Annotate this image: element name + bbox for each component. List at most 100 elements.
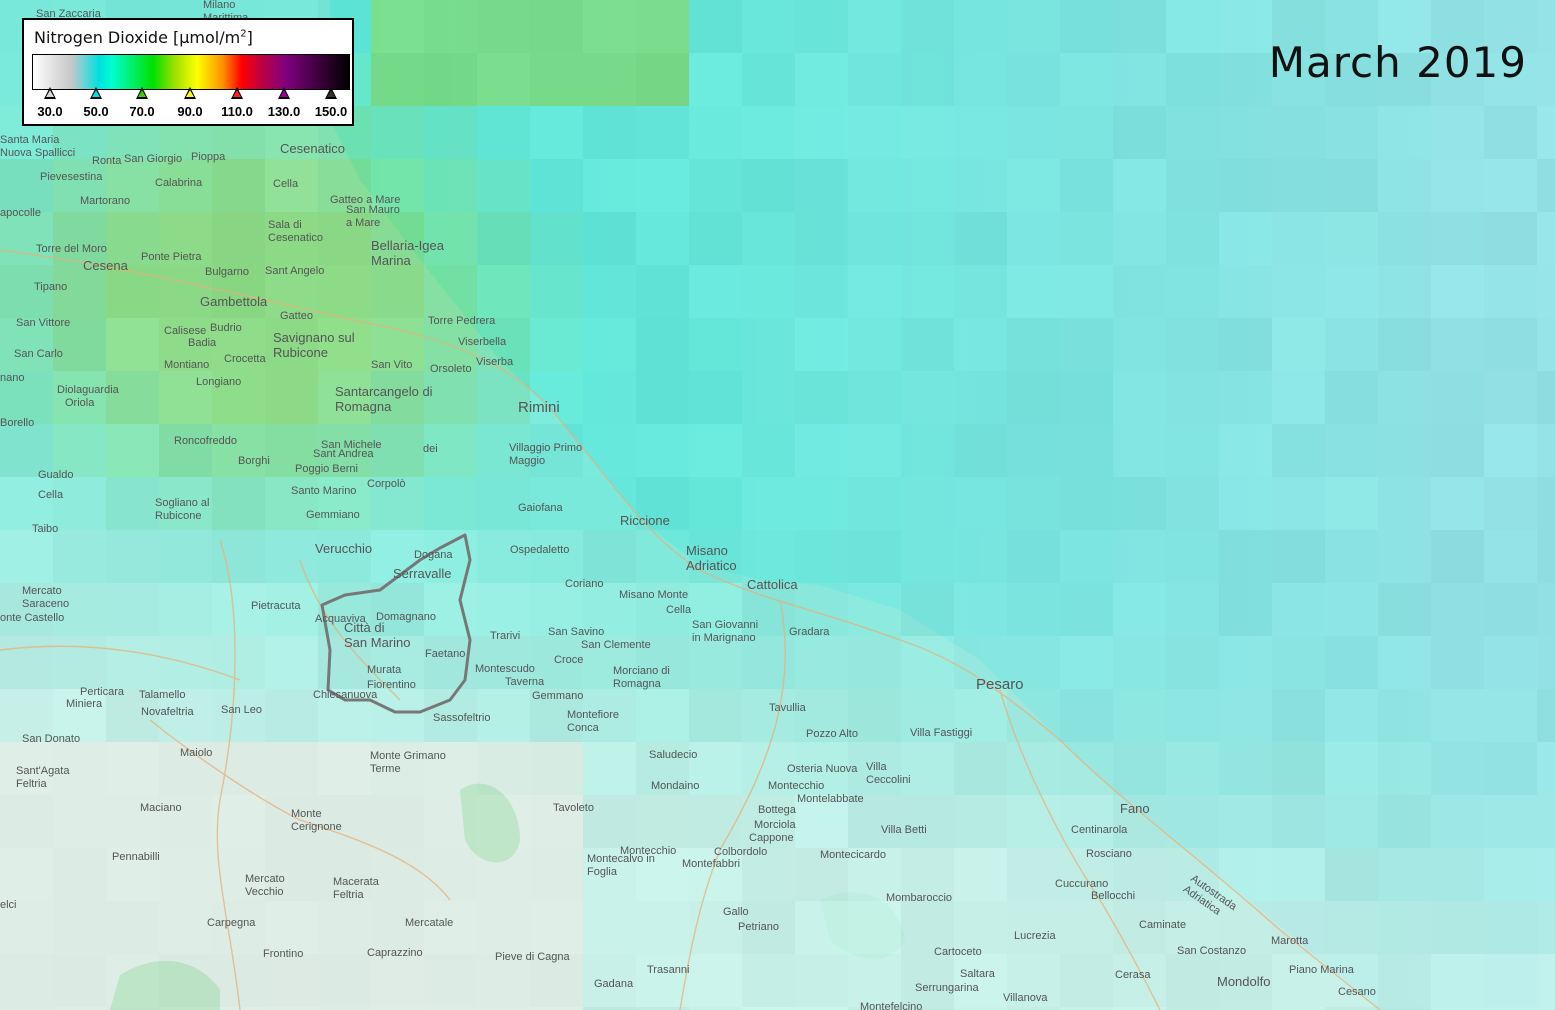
no2-pixel — [1219, 53, 1272, 106]
place-label: Mondaino — [651, 780, 699, 792]
place-label: Crocetta — [224, 353, 266, 365]
no2-pixel — [1484, 212, 1537, 265]
no2-pixel — [1060, 583, 1113, 636]
date-label: March 2019 — [1268, 38, 1527, 87]
place-label: Gadana — [594, 978, 634, 990]
no2-pixel — [1272, 477, 1325, 530]
no2-pixel — [1431, 265, 1484, 318]
no2-pixel — [371, 265, 424, 318]
no2-pixel — [1272, 742, 1325, 795]
no2-pixel — [848, 265, 901, 318]
place-label: Bulgarno — [205, 266, 249, 278]
no2-pixel — [1166, 53, 1219, 106]
no2-pixel — [318, 265, 371, 318]
no2-pixel — [159, 848, 212, 901]
no2-pixel — [583, 106, 636, 159]
place-label: Montescudo — [475, 663, 535, 675]
no2-pixel — [1378, 795, 1431, 848]
no2-pixel — [636, 318, 689, 371]
no2-pixel — [848, 159, 901, 212]
no2-pixel — [318, 742, 371, 795]
no2-pixel — [742, 53, 795, 106]
no2-pixel — [530, 530, 583, 583]
no2-pixel — [1537, 583, 1555, 636]
no2-pixel — [1219, 742, 1272, 795]
no2-pixel — [1113, 742, 1166, 795]
place-label: Carpegna — [207, 917, 256, 929]
no2-pixel — [636, 0, 689, 53]
no2-pixel — [1166, 212, 1219, 265]
place-label: Saltara — [960, 968, 996, 980]
place-label: Diolaguardia — [57, 384, 120, 396]
no2-pixel — [1537, 318, 1555, 371]
no2-pixel — [689, 53, 742, 106]
place-label: Pozzo Alto — [806, 728, 858, 740]
no2-pixel — [636, 106, 689, 159]
legend-tick-marker — [90, 87, 102, 99]
no2-pixel — [901, 477, 954, 530]
no2-pixel — [1272, 795, 1325, 848]
no2-pixel — [1325, 159, 1378, 212]
no2-pixel — [848, 371, 901, 424]
no2-pixel — [1060, 265, 1113, 318]
no2-pixel — [1272, 848, 1325, 901]
place-label: Pesaro — [976, 676, 1024, 693]
no2-map[interactable]: MilanoMarittimaSan ZaccariaCesenaticoSan… — [0, 0, 1555, 1010]
no2-pixel — [371, 795, 424, 848]
no2-pixel — [1060, 318, 1113, 371]
no2-pixel — [477, 583, 530, 636]
no2-pixel — [1166, 636, 1219, 689]
place-label: Pioppa — [191, 151, 226, 163]
no2-pixel — [1484, 742, 1537, 795]
no2-pixel — [1272, 424, 1325, 477]
place-label: Riccione — [620, 513, 670, 528]
no2-pixel — [1007, 265, 1060, 318]
place-label: Fano — [1120, 801, 1150, 816]
no2-pixel — [742, 477, 795, 530]
no2-pixel — [636, 901, 689, 954]
no2-pixel — [795, 371, 848, 424]
place-label: Calisese — [164, 325, 206, 337]
no2-pixel — [848, 318, 901, 371]
no2-pixel — [954, 848, 1007, 901]
no2-pixel — [1378, 212, 1431, 265]
no2-pixel — [1431, 530, 1484, 583]
place-label: Taverna — [505, 676, 545, 688]
legend-tick-marker — [136, 87, 148, 99]
no2-pixel — [1431, 583, 1484, 636]
place-label: Murata — [367, 664, 402, 676]
no2-pixel — [424, 159, 477, 212]
no2-pixel — [1484, 848, 1537, 901]
color-legend: Nitrogen Dioxide [µmol/m2] 30.0 50.0 70.0 9… — [22, 18, 354, 126]
place-label: Borghi — [238, 455, 270, 467]
no2-pixel — [1219, 318, 1272, 371]
place-label: Bellocchi — [1091, 890, 1135, 902]
no2-pixel — [477, 742, 530, 795]
place-label: Orsoleto — [430, 363, 472, 375]
no2-pixel — [795, 159, 848, 212]
no2-pixel — [742, 318, 795, 371]
place-label: Viserba — [476, 356, 514, 368]
no2-pixel — [954, 212, 1007, 265]
no2-pixel — [1166, 583, 1219, 636]
no2-pixel — [901, 212, 954, 265]
no2-pixel — [530, 265, 583, 318]
no2-pixel — [583, 371, 636, 424]
place-label: Talamello — [139, 689, 185, 701]
no2-pixel — [1113, 53, 1166, 106]
place-label: Budrio — [210, 322, 242, 334]
no2-pixel — [1537, 901, 1555, 954]
no2-pixel — [477, 795, 530, 848]
place-label: Bottega — [758, 804, 797, 816]
no2-pixel — [0, 530, 53, 583]
no2-pixel — [530, 159, 583, 212]
no2-pixel — [530, 106, 583, 159]
no2-pixel — [636, 795, 689, 848]
place-label: Serrungarina — [915, 982, 979, 994]
no2-pixel — [1378, 636, 1431, 689]
no2-pixel — [1537, 212, 1555, 265]
place-label: Colbordolo — [714, 846, 767, 858]
no2-pixel — [1272, 265, 1325, 318]
no2-pixel — [901, 371, 954, 424]
no2-pixel — [1060, 371, 1113, 424]
